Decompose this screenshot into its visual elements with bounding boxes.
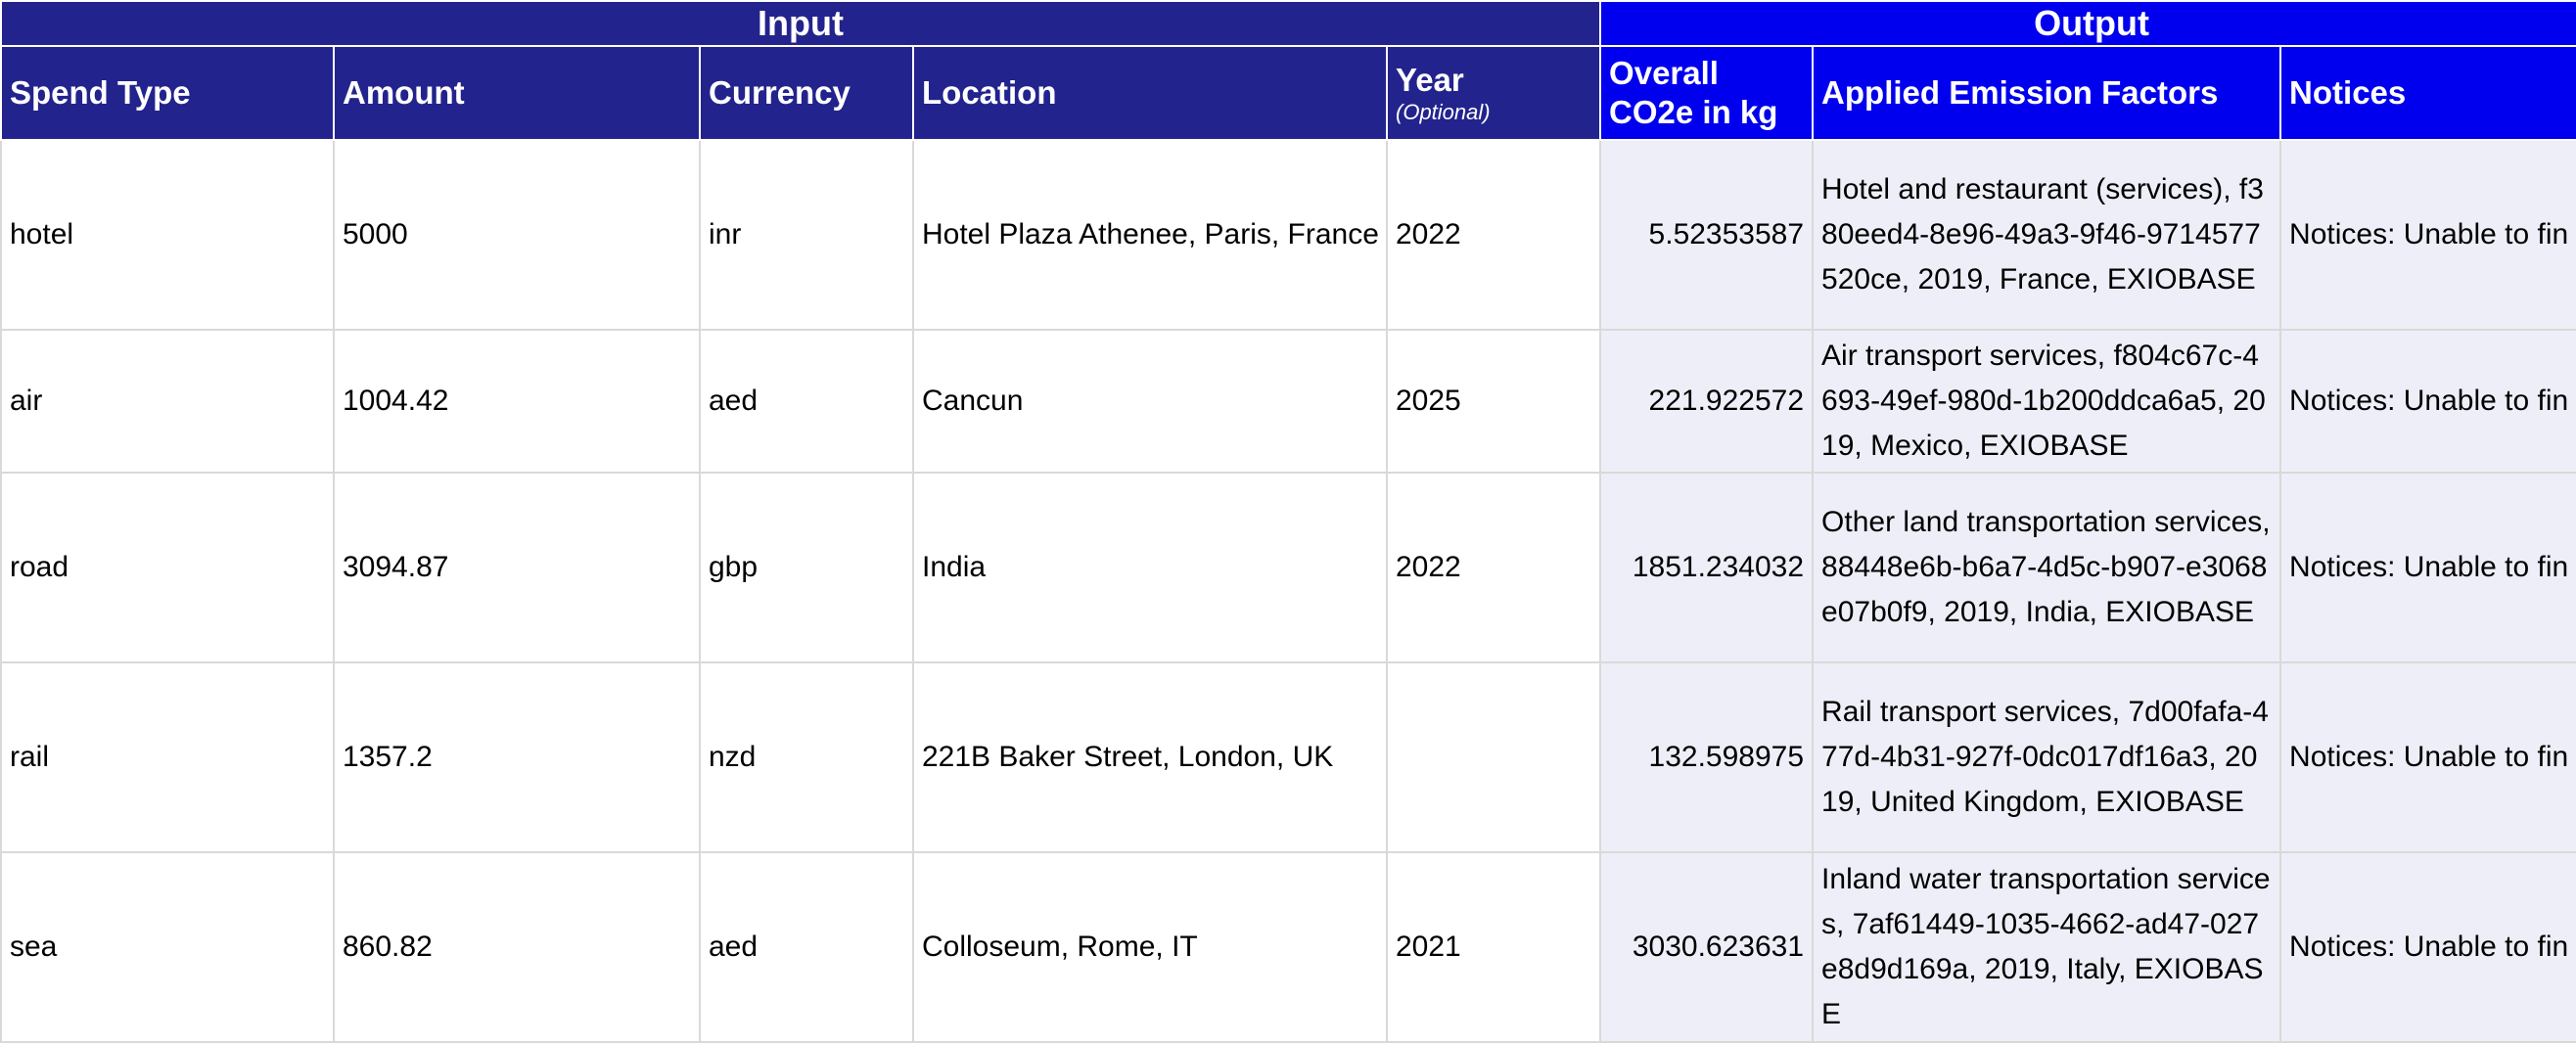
cell-factors[interactable]: Rail transport services, 7d00fafa-477d-4… bbox=[1812, 661, 2282, 853]
table-body: hotel 5000 inr Hotel Plaza Athenee, Paris, … bbox=[0, 139, 2576, 1043]
cell-factors[interactable]: Inland water transportation services, 7a… bbox=[1812, 851, 2282, 1043]
table-row: sea 860.82 aed Colloseum, Rome, IT 2021 3030.… bbox=[0, 851, 2576, 1043]
cell-spend-type[interactable]: road bbox=[0, 472, 335, 663]
cell-amount[interactable]: 860.82 bbox=[333, 851, 701, 1043]
cell-year[interactable]: 2025 bbox=[1385, 329, 1602, 474]
header-currency[interactable]: Currency bbox=[699, 45, 914, 141]
cell-co2e[interactable]: 132.598975 bbox=[1599, 661, 1815, 853]
cell-year[interactable] bbox=[1385, 661, 1602, 853]
table-row: rail 1357.2 nzd 221B Baker Street, London, … bbox=[0, 661, 2576, 853]
cell-amount[interactable]: 5000 bbox=[333, 139, 701, 331]
header-location[interactable]: Location bbox=[912, 45, 1388, 141]
cell-co2e[interactable]: 221.922572 bbox=[1599, 329, 1815, 474]
cell-location[interactable]: India bbox=[912, 472, 1388, 663]
cell-amount[interactable]: 3094.87 bbox=[333, 472, 701, 663]
column-header-row: Spend Type Amount Currency Location Year… bbox=[0, 45, 2576, 141]
cell-spend-type[interactable]: air bbox=[0, 329, 335, 474]
cell-co2e[interactable]: 1851.234032 bbox=[1599, 472, 1815, 663]
cell-currency[interactable]: nzd bbox=[699, 661, 914, 853]
output-group-header[interactable]: Output bbox=[1599, 0, 2576, 47]
header-year-note: (Optional) bbox=[1396, 100, 1491, 124]
table-row: air 1004.42 aed Cancun 2025 221.922572 Air tra… bbox=[0, 329, 2576, 474]
cell-location[interactable]: Hotel Plaza Athenee, Paris, France bbox=[912, 139, 1388, 331]
cell-factors[interactable]: Other land transportation services, 8844… bbox=[1812, 472, 2282, 663]
group-header-row: Input Output bbox=[0, 0, 2576, 47]
header-year: Year bbox=[1396, 62, 1464, 98]
cell-notices[interactable]: Notices: Unable to fin bbox=[2279, 139, 2576, 331]
cell-location[interactable]: 221B Baker Street, London, UK bbox=[912, 661, 1388, 853]
cell-co2e[interactable]: 3030.623631 bbox=[1599, 851, 1815, 1043]
cell-factors[interactable]: Air transport services, f804c67c-4693-49… bbox=[1812, 329, 2282, 474]
cell-amount[interactable]: 1357.2 bbox=[333, 661, 701, 853]
header-year-cell[interactable]: Year (Optional) bbox=[1385, 45, 1602, 141]
cell-co2e[interactable]: 5.52353587 bbox=[1599, 139, 1815, 331]
cell-spend-type[interactable]: rail bbox=[0, 661, 335, 853]
table-row: road 3094.87 gbp India 2022 1851.234032 Other … bbox=[0, 472, 2576, 663]
input-group-header[interactable]: Input bbox=[0, 0, 1602, 47]
cell-notices[interactable]: Notices: Unable to fin bbox=[2279, 329, 2576, 474]
spreadsheet-table: Input Output Spend Type Amount Currency … bbox=[0, 0, 2576, 1043]
header-notices[interactable]: Notices bbox=[2279, 45, 2576, 141]
cell-amount[interactable]: 1004.42 bbox=[333, 329, 701, 474]
cell-year[interactable]: 2022 bbox=[1385, 472, 1602, 663]
header-co2e[interactable]: Overall CO2e in kg bbox=[1599, 45, 1815, 141]
table-row: hotel 5000 inr Hotel Plaza Athenee, Paris, … bbox=[0, 139, 2576, 331]
header-factors[interactable]: Applied Emission Factors bbox=[1812, 45, 2282, 141]
cell-currency[interactable]: inr bbox=[699, 139, 914, 331]
cell-location[interactable]: Colloseum, Rome, IT bbox=[912, 851, 1388, 1043]
cell-currency[interactable]: gbp bbox=[699, 472, 914, 663]
header-amount[interactable]: Amount bbox=[333, 45, 701, 141]
cell-currency[interactable]: aed bbox=[699, 851, 914, 1043]
cell-factors[interactable]: Hotel and restaurant (services), f380eed… bbox=[1812, 139, 2282, 331]
header-spend-type[interactable]: Spend Type bbox=[0, 45, 335, 141]
cell-currency[interactable]: aed bbox=[699, 329, 914, 474]
cell-year[interactable]: 2022 bbox=[1385, 139, 1602, 331]
cell-notices[interactable]: Notices: Unable to fin bbox=[2279, 472, 2576, 663]
cell-spend-type[interactable]: sea bbox=[0, 851, 335, 1043]
cell-notices[interactable]: Notices: Unable to fin bbox=[2279, 661, 2576, 853]
cell-year[interactable]: 2021 bbox=[1385, 851, 1602, 1043]
cell-spend-type[interactable]: hotel bbox=[0, 139, 335, 331]
cell-location[interactable]: Cancun bbox=[912, 329, 1388, 474]
cell-notices[interactable]: Notices: Unable to fin bbox=[2279, 851, 2576, 1043]
